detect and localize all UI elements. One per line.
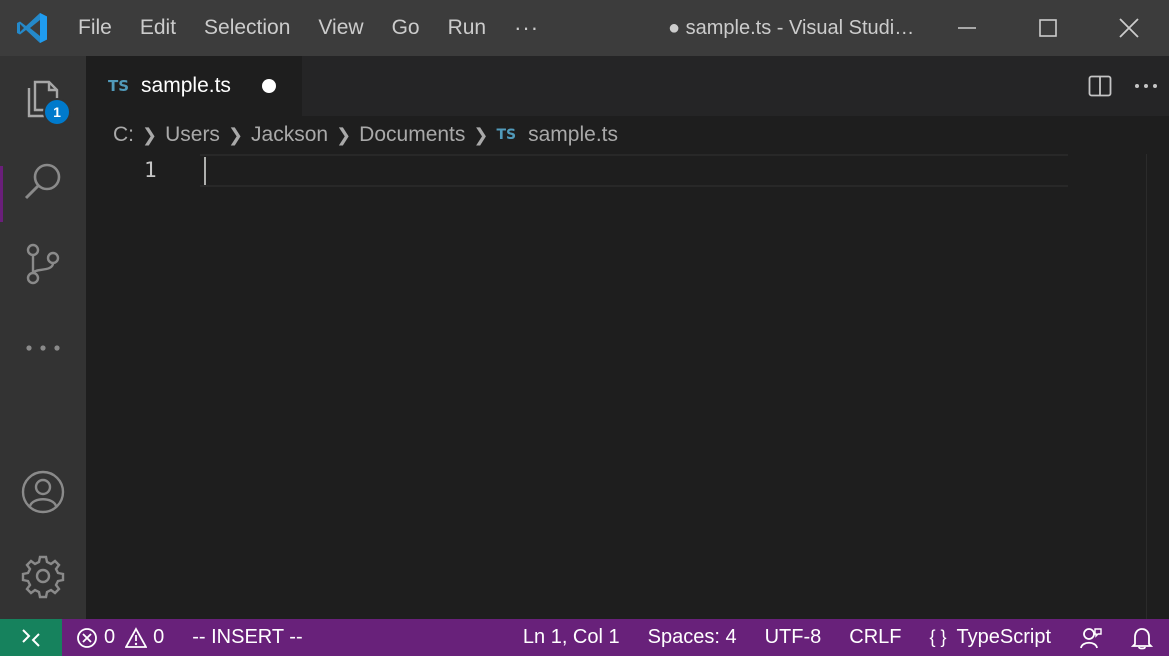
notifications-button[interactable] <box>1117 619 1169 656</box>
chevron-right-icon: ❯ <box>336 124 352 145</box>
close-button[interactable] <box>1088 0 1169 56</box>
maximize-button[interactable] <box>1007 0 1088 56</box>
vim-mode-indicator: -- INSERT -- <box>192 626 303 648</box>
feedback-button[interactable] <box>1065 619 1117 656</box>
breadcrumb: C: ❯ Users ❯ Jackson ❯ Documents ❯ TS sa… <box>86 116 1169 154</box>
warning-count: 0 <box>153 626 165 648</box>
bell-icon <box>1131 627 1153 649</box>
gear-icon <box>21 555 65 599</box>
split-editor-icon <box>1088 75 1112 97</box>
menu-file[interactable]: File <box>64 0 126 56</box>
chevron-right-icon: ❯ <box>473 124 489 145</box>
split-editor-button[interactable] <box>1077 56 1123 116</box>
text-cursor <box>204 157 206 185</box>
typescript-file-icon: TS <box>108 77 130 95</box>
warning-icon <box>125 626 148 649</box>
end-of-line-button[interactable]: CRLF <box>835 619 915 656</box>
chevron-right-icon: ❯ <box>227 124 244 145</box>
current-line-highlight <box>200 154 1068 187</box>
menu-go[interactable]: Go <box>378 0 434 56</box>
typescript-file-icon: TS <box>496 127 517 143</box>
cursor-position-button[interactable]: Ln 1, Col 1 <box>509 619 634 656</box>
language-mode-button[interactable]: { } TypeScript <box>915 619 1065 656</box>
manage-button[interactable] <box>0 534 86 618</box>
menu-view[interactable]: View <box>304 0 377 56</box>
vscode-logo-icon <box>0 0 64 56</box>
account-icon <box>21 470 65 514</box>
explorer-badge: 1 <box>43 98 71 126</box>
tab-sample-ts[interactable]: TS sample.ts <box>86 56 302 116</box>
editor-tabs: TS sample.ts <box>86 56 1169 116</box>
braces-icon: { } <box>929 627 947 647</box>
maximize-icon <box>1038 19 1057 37</box>
indentation-button[interactable]: Spaces: 4 <box>634 619 751 656</box>
menu-edit[interactable]: Edit <box>126 0 190 56</box>
chevron-right-icon: ❯ <box>142 124 158 145</box>
close-icon <box>1118 18 1139 38</box>
menu-more[interactable]: ··· <box>500 0 553 56</box>
remote-icon <box>22 628 40 647</box>
accounts-button[interactable] <box>0 450 86 534</box>
more-actions-button[interactable] <box>1123 56 1169 116</box>
search-button[interactable] <box>0 140 86 224</box>
menu-bar: File Edit Selection View Go Run ··· <box>64 0 553 56</box>
vertical-scrollbar[interactable] <box>1146 154 1147 619</box>
code-editor[interactable]: 1 <box>86 154 1169 619</box>
source-control-icon <box>26 243 60 285</box>
breadcrumb-users[interactable]: Users <box>165 123 220 147</box>
window-controls <box>926 0 1169 56</box>
ellipsis-icon <box>1135 84 1157 88</box>
unsaved-dot-icon[interactable] <box>262 79 276 93</box>
source-control-button[interactable] <box>0 222 86 306</box>
ellipsis-icon <box>26 345 60 351</box>
activity-bar: 1 <box>0 56 86 619</box>
language-label: TypeScript <box>956 626 1051 648</box>
remote-indicator-button[interactable] <box>0 619 62 656</box>
breadcrumb-file-label: sample.ts <box>528 123 618 146</box>
menu-run[interactable]: Run <box>434 0 501 56</box>
line-number: 1 <box>144 158 157 182</box>
feedback-icon <box>1080 627 1102 648</box>
tab-label: sample.ts <box>141 74 231 97</box>
breadcrumb-file[interactable]: TS sample.ts <box>496 123 618 147</box>
search-icon <box>24 163 61 200</box>
minimize-button[interactable] <box>926 0 1007 56</box>
status-bar: 0 0 -- INSERT -- Ln 1, Col 1 Spaces: 4 U… <box>0 619 1169 656</box>
explorer-button[interactable]: 1 <box>0 56 86 140</box>
window-title: ● sample.ts - Visual Studi… <box>668 17 915 39</box>
encoding-button[interactable]: UTF-8 <box>751 619 836 656</box>
minimize-icon <box>957 27 976 29</box>
tab-actions <box>1077 56 1169 116</box>
problems-button[interactable]: 0 0 <box>62 619 178 656</box>
breadcrumb-drive[interactable]: C: <box>113 123 134 147</box>
breadcrumb-jackson[interactable]: Jackson <box>251 123 328 147</box>
error-count: 0 <box>104 626 116 648</box>
error-icon <box>76 627 98 649</box>
more-views-button[interactable] <box>0 306 86 390</box>
menu-selection[interactable]: Selection <box>190 0 304 56</box>
title-bar: File Edit Selection View Go Run ··· ● sa… <box>0 0 1169 56</box>
breadcrumb-documents[interactable]: Documents <box>359 123 465 147</box>
